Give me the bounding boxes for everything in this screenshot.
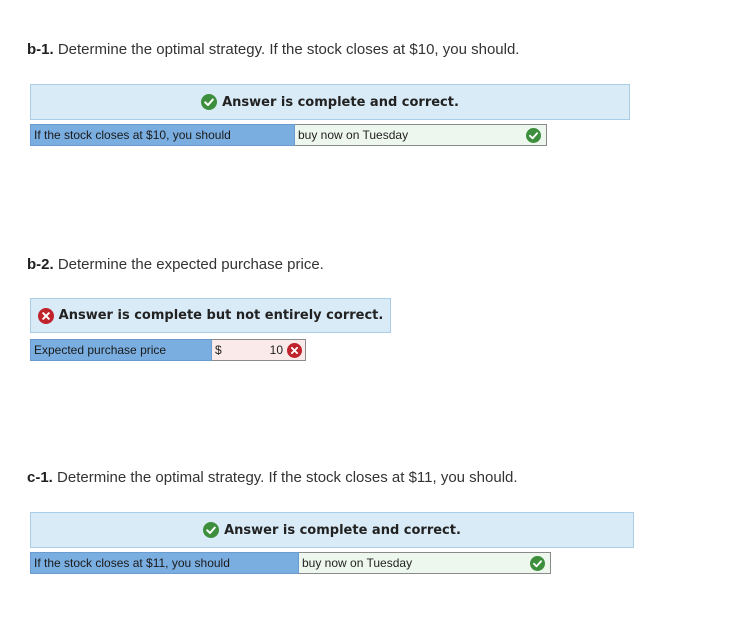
field-value: buy now on Tuesday [298, 128, 409, 142]
price-input[interactable]: $ 10 [212, 339, 306, 361]
x-circle-icon [287, 342, 302, 358]
check-circle-icon [526, 128, 541, 143]
field-label: Expected purchase price [30, 339, 212, 361]
status-banner-correct: Answer is complete and correct. [30, 84, 630, 120]
answer-row-c1: If the stock closes at $11, you should b… [30, 552, 551, 574]
question-number: b-1. [27, 41, 54, 58]
status-text: Answer is complete and correct. [222, 94, 459, 110]
question-number: c-1. [27, 469, 53, 486]
question-b1: b-1. Determine the optimal strategy. If … [27, 41, 519, 58]
field-value: buy now on Tuesday [302, 556, 413, 570]
question-text: Determine the optimal strategy. If the s… [57, 41, 520, 58]
check-circle-icon [530, 556, 545, 571]
field-value: 10 [269, 343, 283, 357]
answer-row-b2: Expected purchase price $ 10 [30, 339, 306, 361]
status-text: Answer is complete but not entirely corr… [58, 308, 384, 323]
check-circle-icon [201, 94, 218, 110]
status-banner-incorrect: Answer is complete but not entirely corr… [30, 298, 391, 333]
question-c1: c-1. Determine the optimal strategy. If … [27, 469, 518, 486]
question-number: b-2. [27, 256, 54, 273]
check-circle-icon [203, 522, 220, 538]
x-circle-icon [37, 307, 54, 324]
status-text: Answer is complete and correct. [224, 522, 461, 538]
field-label: If the stock closes at $10, you should [30, 124, 295, 146]
strategy-select[interactable]: buy now on Tuesday [295, 124, 547, 146]
answer-row-b1: If the stock closes at $10, you should b… [30, 124, 547, 146]
status-banner-correct: Answer is complete and correct. [30, 512, 634, 548]
question-b2: b-2. Determine the expected purchase pri… [27, 256, 324, 273]
question-text: Determine the expected purchase price. [57, 256, 324, 273]
currency-symbol: $ [215, 343, 222, 357]
field-label: If the stock closes at $11, you should [30, 552, 299, 574]
question-text: Determine the optimal strategy. If the s… [57, 469, 518, 486]
strategy-select[interactable]: buy now on Tuesday [299, 552, 551, 574]
